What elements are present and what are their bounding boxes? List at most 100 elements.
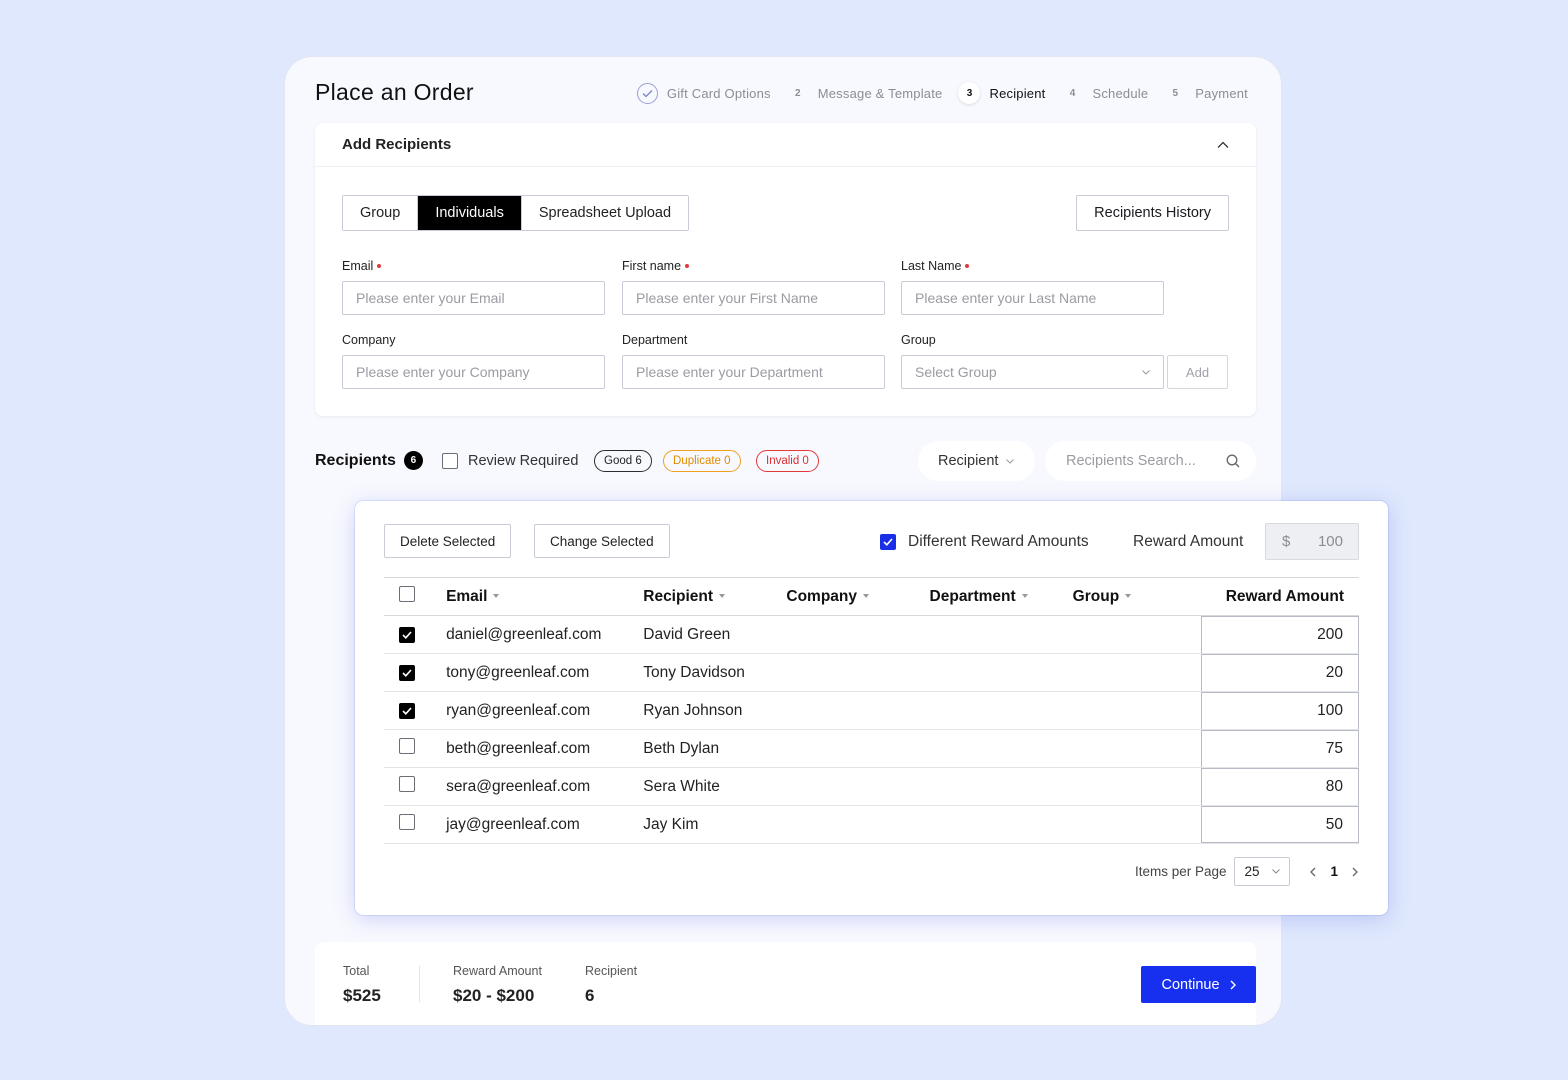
company-label: Company — [342, 333, 396, 347]
required-dot — [685, 264, 690, 268]
table-row[interactable]: daniel@greenleaf.com David Green 200 — [384, 615, 1359, 654]
add-button[interactable]: Add — [1167, 355, 1228, 389]
step-schedule[interactable]: 4 Schedule — [1061, 82, 1148, 104]
select-all-checkbox[interactable] — [399, 586, 415, 602]
recipients-history-button[interactable]: Recipients History — [1076, 195, 1229, 231]
row-email: jay@greenleaf.com — [446, 805, 644, 844]
row-recipient: Tony Davidson — [643, 653, 787, 692]
last-name-input[interactable] — [901, 281, 1164, 315]
row-company — [786, 767, 930, 806]
items-per-page-select[interactable]: 25 — [1234, 857, 1291, 886]
table-row[interactable]: tony@greenleaf.com Tony Davidson 20 — [384, 653, 1359, 692]
step-number: 2 — [794, 87, 801, 99]
add-recipients-panel: Add Recipients Group Individuals Spreads… — [315, 123, 1256, 416]
different-reward-checkbox[interactable] — [880, 534, 896, 550]
step-message-template[interactable]: 2 Message & Template — [787, 82, 943, 104]
row-email: tony@greenleaf.com — [446, 653, 644, 692]
next-page-icon[interactable] — [1352, 867, 1358, 877]
table-row[interactable]: sera@greenleaf.com Sera White 80 — [384, 767, 1359, 806]
company-input[interactable] — [342, 355, 605, 389]
row-reward-amount-input[interactable]: 50 — [1200, 806, 1359, 843]
prev-page-icon[interactable] — [1310, 867, 1316, 877]
column-company[interactable]: Company — [786, 577, 930, 616]
row-reward-amount-input[interactable]: 20 — [1200, 654, 1359, 691]
column-group[interactable]: Group — [1072, 577, 1201, 616]
step-number: 5 — [1172, 87, 1179, 99]
continue-button[interactable]: Continue — [1141, 966, 1256, 1003]
group-label: Group — [901, 333, 936, 347]
row-reward-amount-input[interactable]: 75 — [1200, 730, 1359, 767]
first-name-input[interactable] — [622, 281, 885, 315]
recipient-filter-label: Recipient — [938, 453, 999, 469]
column-recipient[interactable]: Recipient — [643, 577, 787, 616]
email-label: Email — [342, 259, 374, 273]
stepper: Gift Card Options 2 Message & Template 3… — [621, 81, 1248, 105]
row-reward-amount-input[interactable]: 100 — [1200, 692, 1359, 729]
table-row[interactable]: jay@greenleaf.com Jay Kim 50 — [384, 805, 1359, 844]
panel-title: Add Recipients — [342, 136, 452, 153]
row-company — [786, 653, 930, 692]
tab-group[interactable]: Group — [343, 196, 419, 230]
department-input[interactable] — [622, 355, 885, 389]
group-select[interactable]: Select Group — [901, 355, 1164, 389]
recipients-search-input[interactable]: Recipients Search... — [1045, 441, 1256, 481]
row-reward-amount-input[interactable]: 200 — [1200, 616, 1359, 653]
row-department — [929, 615, 1073, 654]
panel-header[interactable]: Add Recipients — [315, 123, 1256, 167]
group-field-group: Group Select Group — [901, 333, 1164, 389]
row-company — [786, 805, 930, 844]
recipients-title: Recipients — [315, 451, 396, 469]
tab-spreadsheet-upload[interactable]: Spreadsheet Upload — [521, 196, 689, 230]
step-number: 4 — [1069, 87, 1076, 99]
step-payment[interactable]: 5 Payment — [1164, 82, 1248, 104]
table-row[interactable]: ryan@greenleaf.com Ryan Johnson 100 — [384, 691, 1359, 730]
email-input[interactable] — [342, 281, 605, 315]
recipient-filter-dropdown[interactable]: Recipient — [918, 441, 1035, 481]
review-required-checkbox[interactable] — [442, 453, 458, 469]
invalid-badge[interactable]: Invalid 0 — [756, 450, 819, 472]
total-label: Total — [343, 964, 370, 978]
row-checkbox[interactable] — [399, 776, 415, 792]
table-row[interactable]: beth@greenleaf.com Beth Dylan 75 — [384, 729, 1359, 768]
row-group — [1072, 767, 1201, 806]
current-page[interactable]: 1 — [1330, 864, 1338, 879]
duplicate-badge[interactable]: Duplicate 0 — [663, 450, 741, 472]
step-recipient[interactable]: 3 Recipient — [958, 82, 1045, 104]
row-reward-amount-input[interactable]: 80 — [1200, 768, 1359, 805]
reward-amount-input[interactable]: $ 100 — [1265, 523, 1359, 560]
summary-recipient: Recipient 6 — [585, 964, 637, 1006]
chevron-up-icon[interactable] — [1217, 141, 1229, 149]
recipients-toolbar: Recipients 6 Review Required Good 6 Dupl… — [315, 441, 1256, 481]
column-email[interactable]: Email — [446, 577, 644, 616]
review-required-toggle[interactable]: Review Required — [442, 453, 578, 469]
row-email: ryan@greenleaf.com — [446, 691, 644, 730]
department-label: Department — [622, 333, 688, 347]
step-gift-card-options[interactable]: Gift Card Options — [636, 82, 771, 104]
column-department[interactable]: Department — [929, 577, 1073, 616]
row-amount-cell: 100 — [1200, 691, 1359, 730]
row-company — [786, 691, 930, 730]
row-amount-cell: 75 — [1200, 729, 1359, 768]
recipients-count-badge: 6 — [403, 451, 423, 470]
row-checkbox[interactable] — [399, 702, 415, 719]
step-number: 3 — [958, 82, 981, 104]
row-department — [929, 767, 1073, 806]
continue-label: Continue — [1161, 976, 1220, 993]
row-recipient: Beth Dylan — [643, 729, 787, 768]
change-selected-button[interactable]: Change Selected — [534, 524, 670, 558]
good-badge[interactable]: Good 6 — [594, 450, 652, 472]
total-value: $525 — [343, 986, 381, 1005]
search-icon[interactable] — [1226, 454, 1240, 468]
delete-selected-button[interactable]: Delete Selected — [384, 524, 512, 558]
row-checkbox[interactable] — [399, 664, 415, 681]
tab-individuals[interactable]: Individuals — [418, 196, 522, 230]
row-checkbox[interactable] — [399, 738, 415, 754]
row-select-cell — [384, 729, 447, 768]
recipients-table-panel: Delete Selected Change Selected Differen… — [355, 501, 1388, 915]
chevron-down-icon — [1006, 458, 1015, 464]
row-email: sera@greenleaf.com — [446, 767, 644, 806]
different-reward-toggle[interactable]: Different Reward Amounts — [880, 533, 1089, 551]
row-checkbox[interactable] — [399, 626, 415, 643]
row-checkbox[interactable] — [399, 814, 415, 830]
currency-symbol: $ — [1282, 533, 1291, 550]
